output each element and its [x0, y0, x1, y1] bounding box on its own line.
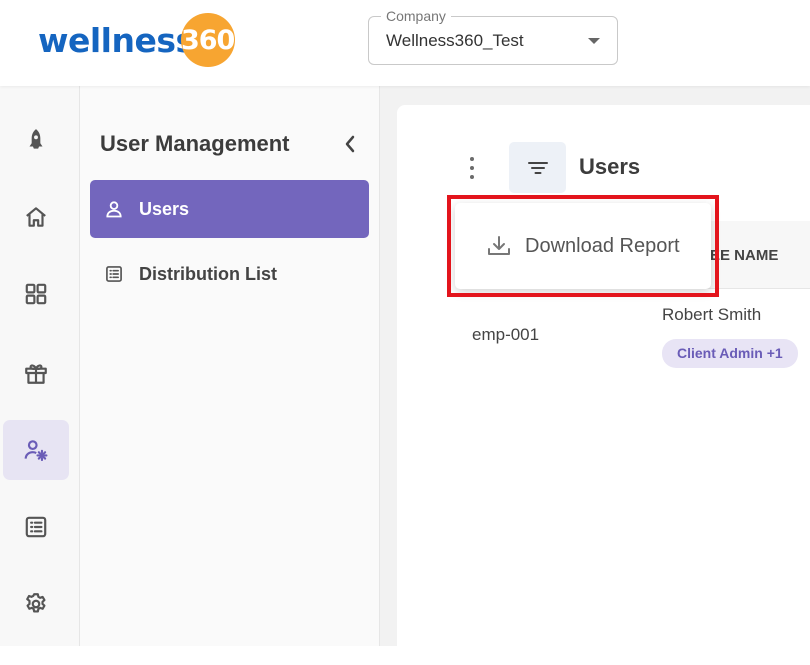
menu-item-label: Download Report [525, 234, 680, 257]
nav-item-label: Distribution List [139, 263, 277, 284]
rail-item-home[interactable] [3, 187, 69, 247]
logo-badge: 360 [180, 13, 235, 67]
user-management-panel: User Management Users Distribution List [80, 86, 380, 646]
options-dropdown-menu: Download Report [455, 203, 711, 289]
rail-item-reports[interactable] [3, 497, 69, 557]
company-value: Wellness360_Test [386, 31, 524, 50]
filter-icon [527, 161, 548, 174]
table-cell-employee-id: emp-001 [472, 325, 540, 344]
nav-item-distribution-list[interactable]: Distribution List [90, 245, 369, 303]
settings-icon [26, 593, 46, 613]
rail-item-rewards[interactable] [3, 343, 69, 403]
company-select[interactable]: Company Wellness360_Test [368, 8, 618, 65]
rail-item-dashboard[interactable] [3, 264, 69, 324]
nav-item-users[interactable]: Users [90, 180, 369, 238]
table-cell-employee-name: Robert Smith [662, 305, 762, 324]
column-header-employee-name[interactable]: YEE NAME [700, 247, 778, 264]
logo-text: wellness [38, 20, 195, 60]
chevron-down-icon [588, 38, 600, 44]
chevron-left-icon [345, 135, 355, 153]
rail-item-rocket[interactable] [3, 110, 69, 170]
more-options-button[interactable] [461, 154, 483, 182]
list-icon [25, 516, 47, 538]
rocket-icon [29, 129, 43, 149]
download-report-menu-item[interactable]: Download Report [455, 203, 711, 289]
user-management-icon [24, 440, 48, 462]
list-icon [103, 263, 125, 285]
collapse-button[interactable] [339, 131, 361, 157]
icon-rail [0, 86, 80, 646]
company-label: Company [381, 8, 451, 24]
download-icon [485, 232, 513, 260]
top-header: wellness 360 Company Wellness360_Test [0, 0, 810, 86]
role-badge[interactable]: Client Admin +1 [662, 339, 798, 368]
user-icon [103, 198, 125, 220]
filter-button[interactable] [509, 142, 566, 193]
kebab-dot [470, 166, 474, 170]
rail-item-user-management[interactable] [3, 420, 69, 480]
nav-item-label: Users [139, 198, 190, 219]
wellness360-logo[interactable]: wellness 360 [38, 13, 235, 67]
gift-icon [25, 364, 47, 384]
kebab-dot [470, 157, 474, 161]
kebab-dot [470, 175, 474, 179]
page-title: Users [579, 154, 641, 179]
home-icon [26, 207, 46, 227]
rail-item-settings[interactable] [3, 574, 69, 634]
panel-title: User Management [100, 131, 290, 156]
dashboard-grid-icon [25, 283, 47, 305]
users-card [397, 105, 810, 665]
